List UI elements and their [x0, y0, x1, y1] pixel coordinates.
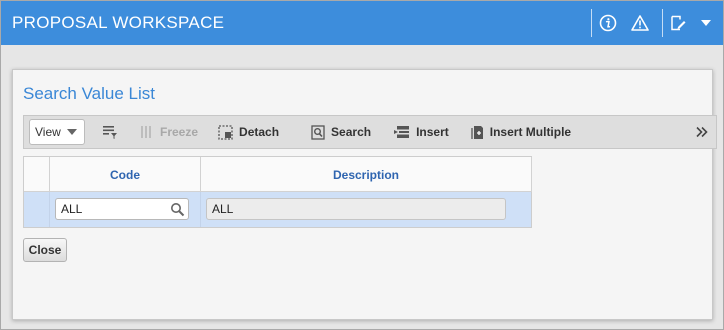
- close-button[interactable]: Close: [23, 238, 67, 262]
- search-value-list-dialog: Search Value List View Freeze Detach Sea…: [12, 69, 717, 320]
- insert-multiple-button[interactable]: Insert Multiple: [471, 115, 571, 149]
- dropdown-caret-icon[interactable]: [693, 1, 719, 45]
- insert-row-icon: [394, 126, 410, 138]
- description-field: ALL: [206, 198, 506, 220]
- insert-label: Insert: [416, 125, 449, 139]
- chevron-down-icon: [66, 129, 77, 135]
- description-cell: ALL: [201, 192, 532, 227]
- search-icon: [171, 203, 185, 217]
- double-chevron-right-icon: [696, 126, 708, 138]
- filter-icon: [103, 126, 117, 139]
- view-dropdown-label: View: [35, 125, 61, 139]
- dialog-title: Search Value List: [23, 84, 155, 103]
- value-list-grid: Code Description ALL ALL: [23, 156, 532, 228]
- search-icon: [311, 124, 325, 140]
- grid-toolbar: View Freeze Detach Search Insert Insert …: [23, 115, 717, 149]
- detach-button[interactable]: Detach: [218, 115, 279, 149]
- info-icon[interactable]: [592, 1, 624, 45]
- detach-label: Detach: [239, 125, 280, 139]
- warning-icon[interactable]: [624, 1, 656, 45]
- column-header-description[interactable]: Description: [201, 157, 532, 192]
- insert-multiple-label: Insert Multiple: [489, 125, 572, 139]
- freeze-icon: [141, 126, 151, 138]
- edit-note-icon[interactable]: [663, 1, 693, 45]
- freeze-button[interactable]: Freeze: [140, 115, 198, 149]
- table-row[interactable]: ALL ALL: [24, 192, 531, 227]
- code-cell: ALL: [50, 192, 201, 227]
- more-tools-button[interactable]: [696, 116, 708, 148]
- row-selector-header: [24, 157, 50, 192]
- detach-icon: [218, 124, 233, 140]
- app-title: PROPOSAL WORKSPACE: [12, 13, 225, 32]
- freeze-label: Freeze: [160, 125, 199, 139]
- filter-button[interactable]: [102, 115, 124, 149]
- insert-button[interactable]: Insert: [393, 115, 449, 149]
- app-header: PROPOSAL WORKSPACE: [1, 1, 723, 45]
- grid-header: Code Description: [24, 157, 532, 192]
- search-button[interactable]: Search: [311, 115, 371, 149]
- code-value: ALL: [61, 202, 83, 216]
- description-value: ALL: [212, 202, 234, 216]
- view-dropdown[interactable]: View: [29, 119, 85, 145]
- search-label: Search: [331, 125, 372, 139]
- row-selector[interactable]: [24, 192, 50, 227]
- code-input[interactable]: ALL: [55, 198, 189, 220]
- insert-multiple-icon: [471, 125, 483, 139]
- column-header-code[interactable]: Code: [50, 157, 201, 192]
